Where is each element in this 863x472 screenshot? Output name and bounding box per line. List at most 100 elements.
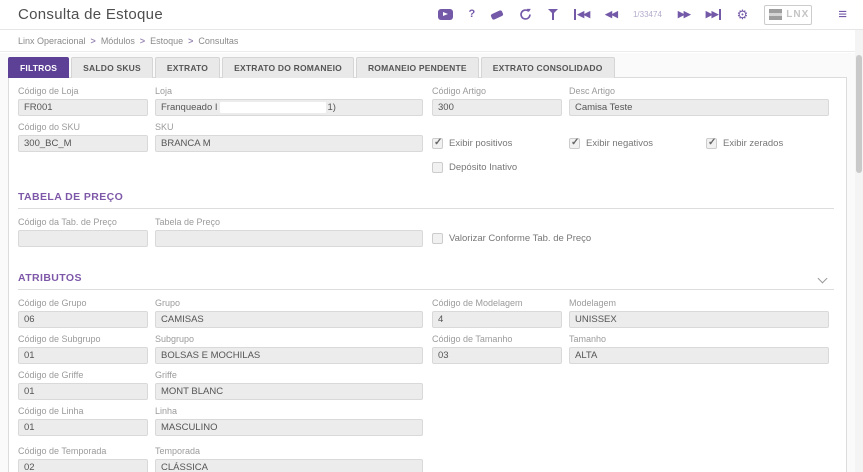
breadcrumb-item-estoque[interactable]: Estoque (150, 36, 183, 46)
form-row: Código de Grupo 06 Grupo CAMISAS Código … (18, 298, 846, 328)
field-codigo-tamanho: Código de Tamanho 03 (432, 334, 562, 364)
help-icon[interactable]: ? (469, 9, 476, 20)
subgrupo-input[interactable]: BOLSAS E MOCHILAS (155, 347, 423, 364)
field-label: Linha (155, 406, 178, 416)
field-label: Tabela de Preço (155, 217, 221, 227)
checkbox-exibir-positivos[interactable]: Exibir positivos (432, 137, 569, 152)
chevron-down-icon[interactable] (817, 273, 828, 283)
codigo-grupo-input[interactable]: 06 (18, 311, 148, 328)
checkbox-box[interactable] (432, 233, 443, 244)
tab-extrato-consolidado[interactable]: EXTRATO CONSOLIDADO (480, 57, 615, 78)
field-subgrupo: Subgrupo BOLSAS E MOCHILAS (155, 334, 423, 364)
scrollbar-track[interactable] (855, 30, 863, 472)
field-griffe: Griffe MONT BLANC (155, 370, 423, 400)
field-label: Desc Artigo (569, 86, 616, 96)
tamanho-input[interactable]: ALTA (569, 347, 829, 364)
breadcrumb-item-modulos[interactable]: Módulos (101, 36, 135, 46)
breadcrumb: Linx Operacional > Módulos > Estoque > C… (0, 30, 863, 52)
linha-input[interactable]: MASCULINO (155, 419, 423, 436)
menu-icon[interactable]: ≡ (838, 6, 847, 23)
field-label: Código de Griffe (18, 370, 84, 380)
field-grupo: Grupo CAMISAS (155, 298, 423, 328)
checkbox-box[interactable] (432, 137, 443, 149)
field-codigo-temporada: Código de Temporada 02 (18, 446, 148, 472)
field-label: Grupo (155, 298, 181, 308)
griffe-input[interactable]: MONT BLANC (155, 383, 423, 400)
tab-saldo-skus[interactable]: SALDO SKUS (71, 57, 153, 78)
eraser-icon[interactable] (490, 9, 504, 20)
form-row: Código de Loja FR001 Loja Franqueado I 1)… (18, 86, 846, 116)
codigo-sku-input[interactable]: 300_BC_M (18, 135, 148, 152)
checkbox-exibir-negativos[interactable]: Exibir negativos (569, 137, 706, 152)
desc-artigo-input[interactable]: Camisa Teste (569, 99, 829, 116)
tab-extrato-do-romaneio[interactable]: EXTRATO DO ROMANEIO (222, 57, 354, 78)
sku-input[interactable]: BRANCA M (155, 135, 423, 152)
checkbox-valorizar-conforme-tab[interactable]: Valorizar Conforme Tab. de Preço (432, 233, 652, 247)
tab-extrato[interactable]: EXTRATO (154, 57, 221, 78)
section-title: TABELA DE PREÇO (18, 191, 124, 203)
breadcrumb-item-consultas[interactable]: Consultas (198, 36, 238, 46)
gear-icon[interactable]: ⚙ (737, 8, 749, 21)
page-body: FILTROS SALDO SKUS EXTRATO EXTRATO DO RO… (0, 53, 855, 472)
codigo-loja-input[interactable]: FR001 (18, 99, 148, 116)
field-label: Código de Linha (18, 406, 84, 416)
codigo-subgrupo-input[interactable]: 01 (18, 347, 148, 364)
field-label: Código da Tab. de Preço (18, 217, 117, 227)
field-tabela-preco: Tabela de Preço (155, 217, 423, 247)
breadcrumb-separator: > (90, 35, 96, 46)
grupo-input[interactable]: CAMISAS (155, 311, 423, 328)
codigo-artigo-input[interactable]: 300 (432, 99, 562, 116)
field-label: Subgrupo (155, 334, 195, 344)
field-label: Griffe (155, 370, 177, 380)
codigo-linha-input[interactable]: 01 (18, 419, 148, 436)
form-row: Código de Griffe 01 Griffe MONT BLANC (18, 370, 846, 400)
field-temporada: Temporada CLÁSSICA (155, 446, 423, 472)
loja-value-suffix: 1) (327, 102, 336, 113)
tabela-preco-input[interactable] (155, 230, 423, 247)
field-codigo-tab-preco: Código da Tab. de Preço (18, 217, 148, 247)
checkbox-label: Exibir positivos (449, 138, 513, 149)
checkbox-exibir-zerados[interactable]: Exibir zerados (706, 137, 843, 152)
field-label: Temporada (155, 446, 201, 456)
tab-romaneio-pendente[interactable]: ROMANEIO PENDENTE (355, 57, 479, 78)
codigo-tamanho-input[interactable]: 03 (432, 347, 562, 364)
field-tamanho: Tamanho ALTA (569, 334, 829, 364)
breadcrumb-separator: > (139, 35, 146, 46)
form-row: Código do SKU 300_BC_M SKU BRANCA M Exib… (18, 122, 846, 152)
nav-last-icon[interactable]: ▶▶ (706, 9, 721, 20)
scrollbar-thumb[interactable] (856, 55, 862, 173)
form-row: Código da Tab. de Preço Tabela de Preço … (18, 217, 846, 247)
field-label: Código de Temporada (18, 446, 107, 456)
checkbox-box[interactable] (706, 137, 717, 149)
checkbox-box[interactable] (569, 137, 580, 149)
tab-filtros[interactable]: FILTROS (8, 57, 70, 78)
refresh-icon[interactable] (519, 8, 532, 21)
codigo-modelagem-input[interactable]: 4 (432, 311, 562, 328)
loja-value-prefix: Franqueado I (161, 102, 218, 113)
lnx-logo-text: LNX (786, 9, 810, 20)
field-codigo-subgrupo: Código de Subgrupo 01 (18, 334, 148, 364)
modelagem-input[interactable]: UNISSEX (569, 311, 829, 328)
codigo-temporada-input[interactable]: 02 (18, 459, 148, 472)
field-label: Loja (155, 86, 173, 96)
checkbox-deposito-inativo[interactable]: Depósito Inativo (432, 162, 569, 176)
nav-first-icon[interactable]: ◀◀ (574, 9, 590, 20)
video-help-icon[interactable] (437, 9, 453, 20)
checkbox-box[interactable] (432, 162, 443, 173)
nav-next-icon[interactable]: ▶▶ (678, 9, 691, 20)
field-codigo-modelagem: Código de Modelagem 4 (432, 298, 562, 328)
nav-previous-icon[interactable]: ◀◀ (605, 9, 618, 20)
field-loja: Loja Franqueado I 1) (155, 86, 423, 116)
field-label: SKU (155, 122, 174, 132)
field-codigo-artigo: Código Artigo 300 (432, 86, 562, 116)
tab-bar: FILTROS SALDO SKUS EXTRATO EXTRATO DO RO… (0, 53, 855, 78)
temporada-input[interactable]: CLÁSSICA (155, 459, 423, 472)
field-label: Tamanho (569, 334, 607, 344)
breadcrumb-separator: > (188, 35, 194, 46)
breadcrumb-item-linx-operacional[interactable]: Linx Operacional (18, 36, 86, 46)
codigo-griffe-input[interactable]: 01 (18, 383, 148, 400)
filter-icon[interactable] (548, 9, 559, 20)
loja-input[interactable]: Franqueado I 1) (155, 99, 423, 116)
section-tabela-de-preco: TABELA DE PREÇO (18, 188, 834, 209)
codigo-tab-preco-input[interactable] (18, 230, 148, 247)
